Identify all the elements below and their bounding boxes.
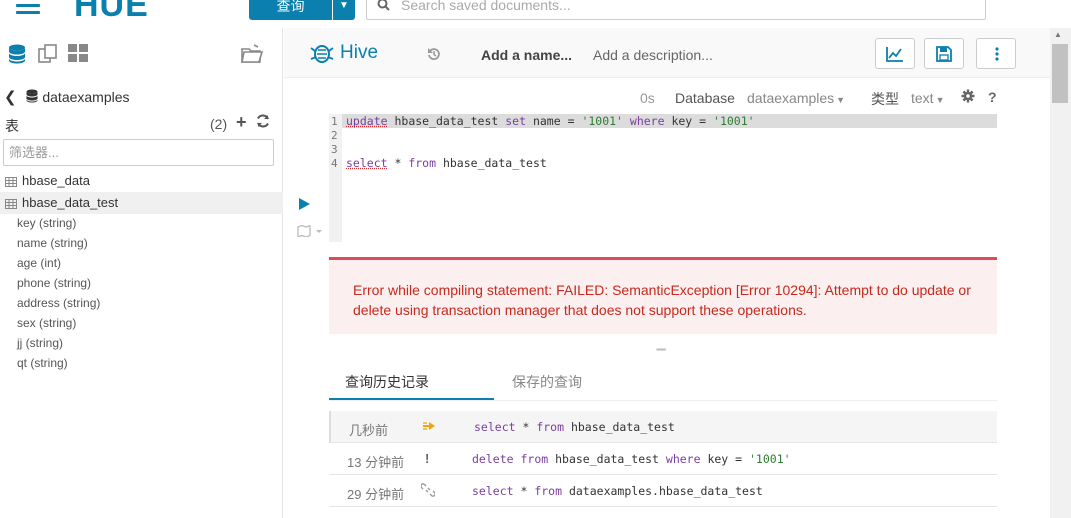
- query-name-field[interactable]: Add a name...: [481, 47, 572, 63]
- database-value: dataexamples: [747, 90, 835, 106]
- tables-label: 表: [5, 118, 19, 134]
- table-item-hbase-data[interactable]: hbase_data: [0, 170, 283, 192]
- code-line-3[interactable]: [342, 142, 997, 156]
- engine-label: Hive: [340, 42, 379, 63]
- code-line-4[interactable]: select * from hbase_data_test: [342, 156, 997, 170]
- unlink-icon: [420, 483, 436, 500]
- code-line-2[interactable]: [342, 128, 997, 142]
- active-tab-indicator: [329, 398, 494, 400]
- gear-icon[interactable]: [961, 89, 975, 107]
- column-item[interactable]: phone (string): [17, 276, 91, 290]
- search-icon: [377, 0, 390, 14]
- tables-count: (2): [210, 116, 228, 132]
- query-button[interactable]: 查询: [249, 0, 332, 20]
- history-row[interactable]: 13 分钟前 ! delete from hbase_data_test whe…: [329, 443, 997, 475]
- history-time: 29 分钟前: [347, 487, 405, 502]
- folder-open-icon[interactable]: [240, 44, 264, 69]
- database-small-icon: [26, 89, 42, 105]
- table-grid-icon: [5, 175, 17, 190]
- refresh-icon[interactable]: [256, 114, 270, 132]
- query-description-field[interactable]: Add a description...: [593, 47, 713, 63]
- table-filter-input[interactable]: [3, 139, 274, 166]
- top-navbar: HUE 查询 ▼: [0, 0, 1071, 28]
- documents-icon[interactable]: [38, 44, 58, 69]
- hive-bee-icon: [310, 42, 334, 69]
- query-dropdown-toggle[interactable]: ▼: [333, 0, 355, 20]
- save-button[interactable]: [924, 38, 964, 69]
- scrollbar-thumb[interactable]: [1052, 44, 1068, 103]
- more-options-button[interactable]: [976, 38, 1016, 69]
- grid-apps-icon[interactable]: [68, 44, 88, 67]
- type-selector[interactable]: text ▼: [911, 90, 945, 106]
- table-item-hbase-data-test[interactable]: hbase_data_test: [0, 192, 283, 214]
- database-label: Database: [675, 90, 735, 106]
- line-number: 4: [331, 157, 338, 170]
- history-sql: select * from hbase_data_test: [474, 420, 675, 434]
- column-item[interactable]: address (string): [17, 296, 100, 310]
- error-alert: Error while compiling statement: FAILED:…: [329, 257, 997, 334]
- execution-time: 0s: [640, 90, 655, 106]
- column-item[interactable]: qt (string): [17, 356, 68, 370]
- table-grid-icon: [5, 197, 17, 212]
- assist-panel-tabs: [0, 28, 283, 78]
- table-name: hbase_data: [22, 173, 90, 188]
- line-number: 3: [331, 143, 338, 156]
- help-icon[interactable]: ?: [988, 89, 997, 105]
- history-row[interactable]: 几秒前 select * from hbase_data_test: [329, 411, 997, 443]
- chevron-left-icon[interactable]: ❮: [4, 89, 17, 106]
- history-row[interactable]: 29 分钟前 select * from dataexamples.hbase_…: [329, 475, 997, 507]
- running-status-icon: [423, 419, 437, 434]
- snippet-toolbar: 0s Database dataexamples ▼ 类型 text ▼ ?: [284, 88, 1050, 108]
- chart-toggle-button[interactable]: [875, 38, 915, 69]
- database-icon[interactable]: [8, 44, 26, 69]
- left-assist-panel: ❮ dataexamples 表 (2) + hbase_data hbase_…: [0, 28, 283, 518]
- editor-header: Hive Add a name... Add a description...: [284, 28, 1050, 78]
- history-sql: delete from hbase_data_test where key = …: [472, 452, 791, 466]
- database-breadcrumb[interactable]: ❮ dataexamples: [4, 88, 130, 106]
- column-item[interactable]: age (int): [17, 256, 61, 270]
- table-name: hbase_data_test: [22, 195, 119, 210]
- column-item[interactable]: name (string): [17, 236, 88, 250]
- exclamation-icon: !: [425, 451, 430, 466]
- add-table-icon[interactable]: +: [236, 112, 247, 133]
- database-name[interactable]: dataexamples: [42, 89, 129, 105]
- line-number: 1: [331, 115, 338, 128]
- undo-history-icon[interactable]: [427, 47, 441, 64]
- caret-down-icon: ▼: [339, 0, 349, 11]
- scroll-up-arrow-icon[interactable]: ▲: [1054, 30, 1062, 39]
- resize-handle-icon[interactable]: ▪▪▪▪▪: [656, 345, 666, 354]
- execute-play-icon[interactable]: [299, 198, 310, 213]
- caret-down-icon: ▼: [935, 95, 945, 105]
- column-item[interactable]: sex (string): [17, 316, 76, 330]
- tab-saved-queries[interactable]: 保存的查询: [512, 372, 582, 392]
- database-selector[interactable]: dataexamples ▼: [747, 90, 845, 106]
- column-item[interactable]: key (string): [17, 216, 76, 230]
- tabs-divider: [329, 400, 997, 401]
- type-label: 类型: [871, 91, 899, 107]
- sql-editor[interactable]: update hbase_data_test set name = '1001'…: [342, 114, 997, 242]
- tab-query-history[interactable]: 查询历史记录: [345, 372, 429, 392]
- history-sql: select * from dataexamples.hbase_data_te…: [472, 484, 763, 498]
- search-documents-box[interactable]: [366, 0, 986, 20]
- line-number: 2: [331, 129, 338, 142]
- hamburger-menu-icon[interactable]: [16, 0, 40, 18]
- error-message: Error while compiling statement: FAILED:…: [353, 282, 971, 318]
- code-line-1[interactable]: update hbase_data_test set name = '1001'…: [342, 114, 997, 128]
- history-time: 几秒前: [349, 423, 389, 438]
- column-item[interactable]: jj (string): [17, 336, 63, 350]
- hue-logo[interactable]: HUE: [74, 0, 149, 25]
- caret-down-icon: ▼: [836, 95, 846, 105]
- history-time: 13 分钟前: [347, 455, 405, 470]
- search-documents-input[interactable]: [401, 0, 961, 14]
- type-value: text: [911, 90, 934, 106]
- map-icon[interactable]: [297, 224, 323, 240]
